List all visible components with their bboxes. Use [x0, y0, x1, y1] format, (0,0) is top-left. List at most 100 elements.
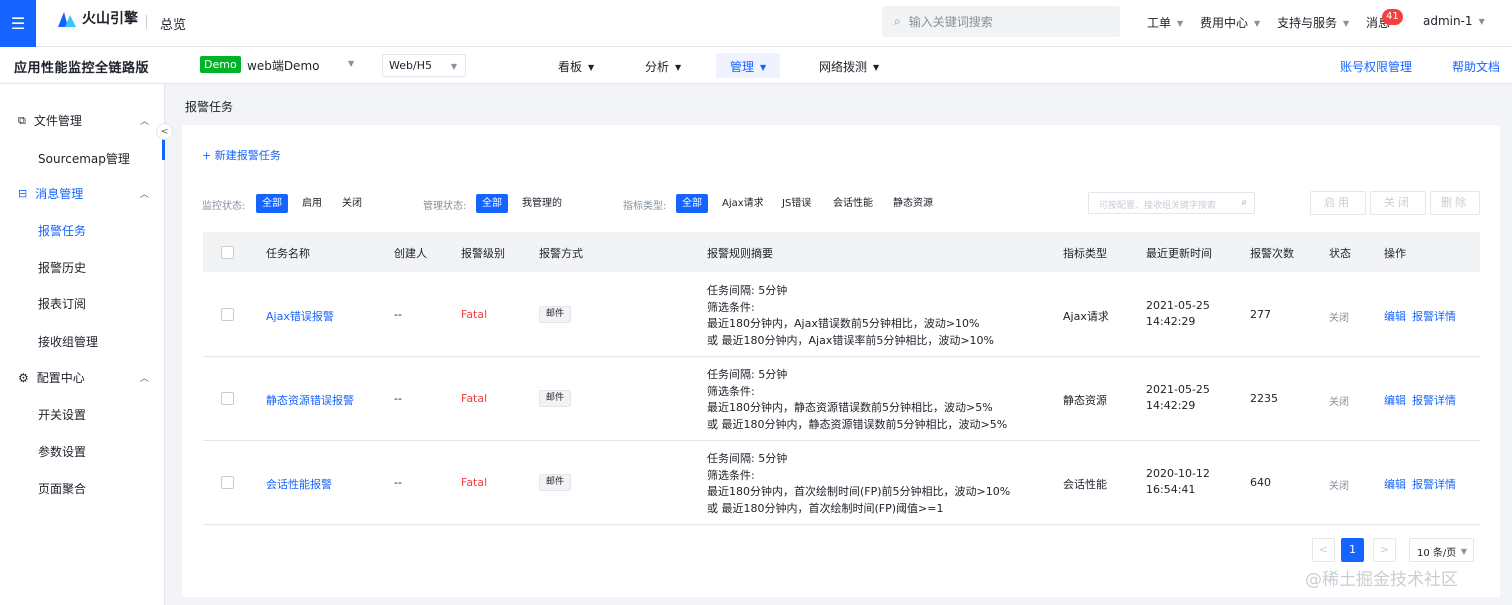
demo-tag: Demo: [200, 56, 241, 73]
task-name-link[interactable]: 静态资源错误报警: [266, 392, 354, 408]
edit-link[interactable]: 编辑: [1384, 476, 1406, 492]
column-header-level: 报警级别: [461, 247, 505, 260]
edit-link[interactable]: 编辑: [1384, 392, 1406, 408]
row-checkbox[interactable]: [221, 308, 234, 321]
metric-filter-session-perf[interactable]: 会话性能: [827, 194, 879, 213]
sidebar-item-page-aggregation[interactable]: 页面聚合: [38, 480, 86, 497]
account-permissions-link[interactable]: 账号权限管理: [1340, 58, 1412, 75]
enable-button[interactable]: 启用: [1310, 191, 1366, 215]
monitor-status-label: 监控状态:: [202, 201, 246, 212]
alert-details-link[interactable]: 报警详情: [1412, 476, 1456, 492]
alert-details-link[interactable]: 报警详情: [1412, 392, 1456, 408]
creator: --: [394, 476, 402, 489]
metric-type: 会话性能: [1063, 478, 1107, 491]
caret-down-icon: ▼: [450, 62, 457, 71]
alert-method-tag: 邮件: [539, 390, 572, 407]
metric-type: 静态资源: [1063, 394, 1107, 407]
manage-filter-all[interactable]: 全部: [476, 194, 508, 213]
new-alert-task-button[interactable]: + 新建报警任务: [202, 147, 281, 163]
sub-bar: 应用性能监控全链路版 Demo web端Demo ▼ Web/H5 ▼ 看板 ▼ …: [0, 47, 1512, 84]
nav-manage[interactable]: 管理 ▼: [716, 53, 781, 78]
alert-level: Fatal: [461, 308, 488, 321]
metric-filter-js-error[interactable]: JS错误: [776, 194, 817, 213]
metric-filter-ajax[interactable]: Ajax请求: [716, 194, 770, 213]
status: 关闭: [1329, 313, 1349, 324]
sidebar-group-messages[interactable]: ⊟ 消息管理 ︿: [18, 185, 149, 202]
task-search-input[interactable]: 可按配置、接收组关键字搜索 ⌕: [1088, 192, 1255, 214]
row-checkbox[interactable]: [221, 476, 234, 489]
column-header-alert-count: 报警次数: [1250, 247, 1294, 260]
page-1-button[interactable]: 1: [1341, 538, 1364, 562]
alert-count: 640: [1250, 476, 1271, 489]
alert-count: 277: [1250, 308, 1271, 321]
next-page-button[interactable]: >: [1373, 538, 1396, 562]
nav-support[interactable]: 支持与服务 ▼: [1277, 14, 1349, 31]
page-title: 报警任务: [185, 100, 234, 114]
task-name-link[interactable]: Ajax错误报警: [266, 308, 334, 324]
watermark: @稀土掘金技术社区: [1305, 570, 1458, 590]
global-search-input[interactable]: ⌕ 输入关键词搜索: [882, 6, 1120, 37]
metric-type: Ajax请求: [1063, 310, 1109, 323]
select-all-checkbox[interactable]: [221, 246, 234, 259]
disable-button[interactable]: 关闭: [1370, 191, 1426, 215]
app-selector[interactable]: web端Demo: [247, 57, 319, 74]
sidebar-item-alert-tasks[interactable]: 报警任务: [38, 222, 86, 239]
top-bar: ☰ 火山引擎 总览 ⌕ 输入关键词搜索 工单 ▼ 费用中心 ▼ 支持与服务 ▼ 消息 …: [0, 0, 1512, 47]
nav-billing[interactable]: 费用中心 ▼: [1200, 14, 1260, 31]
column-header-updated-time: 最近更新时间: [1146, 247, 1212, 260]
sidebar-item-report-subscription[interactable]: 报表订阅: [38, 295, 86, 312]
help-docs-link[interactable]: 帮助文档: [1452, 58, 1500, 75]
sidebar-item-switch-settings[interactable]: 开关设置: [38, 406, 86, 423]
nav-user[interactable]: admin-1 ▼: [1423, 14, 1485, 28]
nav-network-probe[interactable]: 网络拨测 ▼: [805, 53, 893, 78]
collapse-sidebar-icon[interactable]: <: [156, 123, 173, 140]
caret-down-icon: ▼: [1343, 19, 1350, 28]
monitor-filter-all[interactable]: 全部: [256, 194, 288, 213]
caret-down-icon: ▼: [1460, 547, 1467, 556]
message-count-badge: 41: [1382, 9, 1403, 25]
platform-select[interactable]: Web/H5 ▼: [382, 54, 466, 77]
page-size-select[interactable]: 10 条/页 ▼: [1409, 538, 1474, 562]
task-name-link[interactable]: 会话性能报警: [266, 476, 332, 492]
sidebar-item-sourcemap[interactable]: Sourcemap管理: [38, 150, 130, 167]
hamburger-menu-icon[interactable]: ☰: [0, 0, 36, 47]
rule-summary: 任务间隔: 5分钟 筛选条件: 最近180分钟内，Ajax错误数前5分钟相比，波…: [707, 284, 994, 347]
monitor-filter-disabled[interactable]: 关闭: [336, 194, 368, 213]
prev-page-button[interactable]: <: [1312, 538, 1335, 562]
column-header-metric-type: 指标类型: [1063, 247, 1107, 260]
chevron-up-icon: ︿: [140, 374, 150, 384]
rule-summary: 任务间隔: 5分钟 筛选条件: 最近180分钟内，首次绘制时间(FP)前5分钟相…: [707, 452, 1011, 515]
column-header-method: 报警方式: [539, 247, 583, 260]
edit-link[interactable]: 编辑: [1384, 308, 1406, 324]
manage-filter-mine[interactable]: 我管理的: [516, 194, 568, 213]
metric-filter-all[interactable]: 全部: [676, 194, 708, 213]
row-divider: [203, 440, 1480, 441]
caret-down-icon: ▼: [1478, 17, 1485, 26]
sidebar-group-config[interactable]: ⚙ 配置中心 ︿: [18, 369, 149, 386]
chevron-up-icon: ︿: [140, 190, 150, 200]
overview-link[interactable]: 总览: [160, 14, 186, 33]
row-checkbox[interactable]: [221, 392, 234, 405]
logo[interactable]: 火山引擎: [56, 8, 138, 28]
alert-details-link[interactable]: 报警详情: [1412, 308, 1456, 324]
sidebar-item-receiver-groups[interactable]: 接收组管理: [38, 333, 98, 350]
caret-down-icon: ▼: [675, 63, 682, 72]
monitor-filter-enabled[interactable]: 启用: [296, 194, 328, 213]
alert-level: Fatal: [461, 392, 488, 405]
chevron-up-icon: ︿: [140, 117, 150, 127]
nav-ticket[interactable]: 工单 ▼: [1147, 14, 1183, 31]
sidebar-group-files[interactable]: ⧉ 文件管理 ︿: [18, 112, 149, 129]
metric-type-label: 指标类型:: [623, 201, 667, 212]
alert-method-tag: 邮件: [539, 474, 572, 491]
sidebar-item-alert-history[interactable]: 报警历史: [38, 259, 86, 276]
nav-analysis[interactable]: 分析 ▼: [631, 53, 695, 78]
message-icon: ⊟: [18, 187, 28, 200]
caret-down-icon: ▼: [1254, 19, 1261, 28]
sidebar-item-param-settings[interactable]: 参数设置: [38, 443, 86, 460]
alert-method-tag: 邮件: [539, 306, 572, 323]
nav-dashboard[interactable]: 看板 ▼: [544, 53, 608, 78]
caret-down-icon[interactable]: ▼: [348, 59, 354, 68]
delete-button[interactable]: 删除: [1430, 191, 1480, 215]
metric-filter-static-resource[interactable]: 静态资源: [887, 194, 939, 213]
updated-time: 2020-10-12 16:54:41: [1146, 467, 1210, 496]
